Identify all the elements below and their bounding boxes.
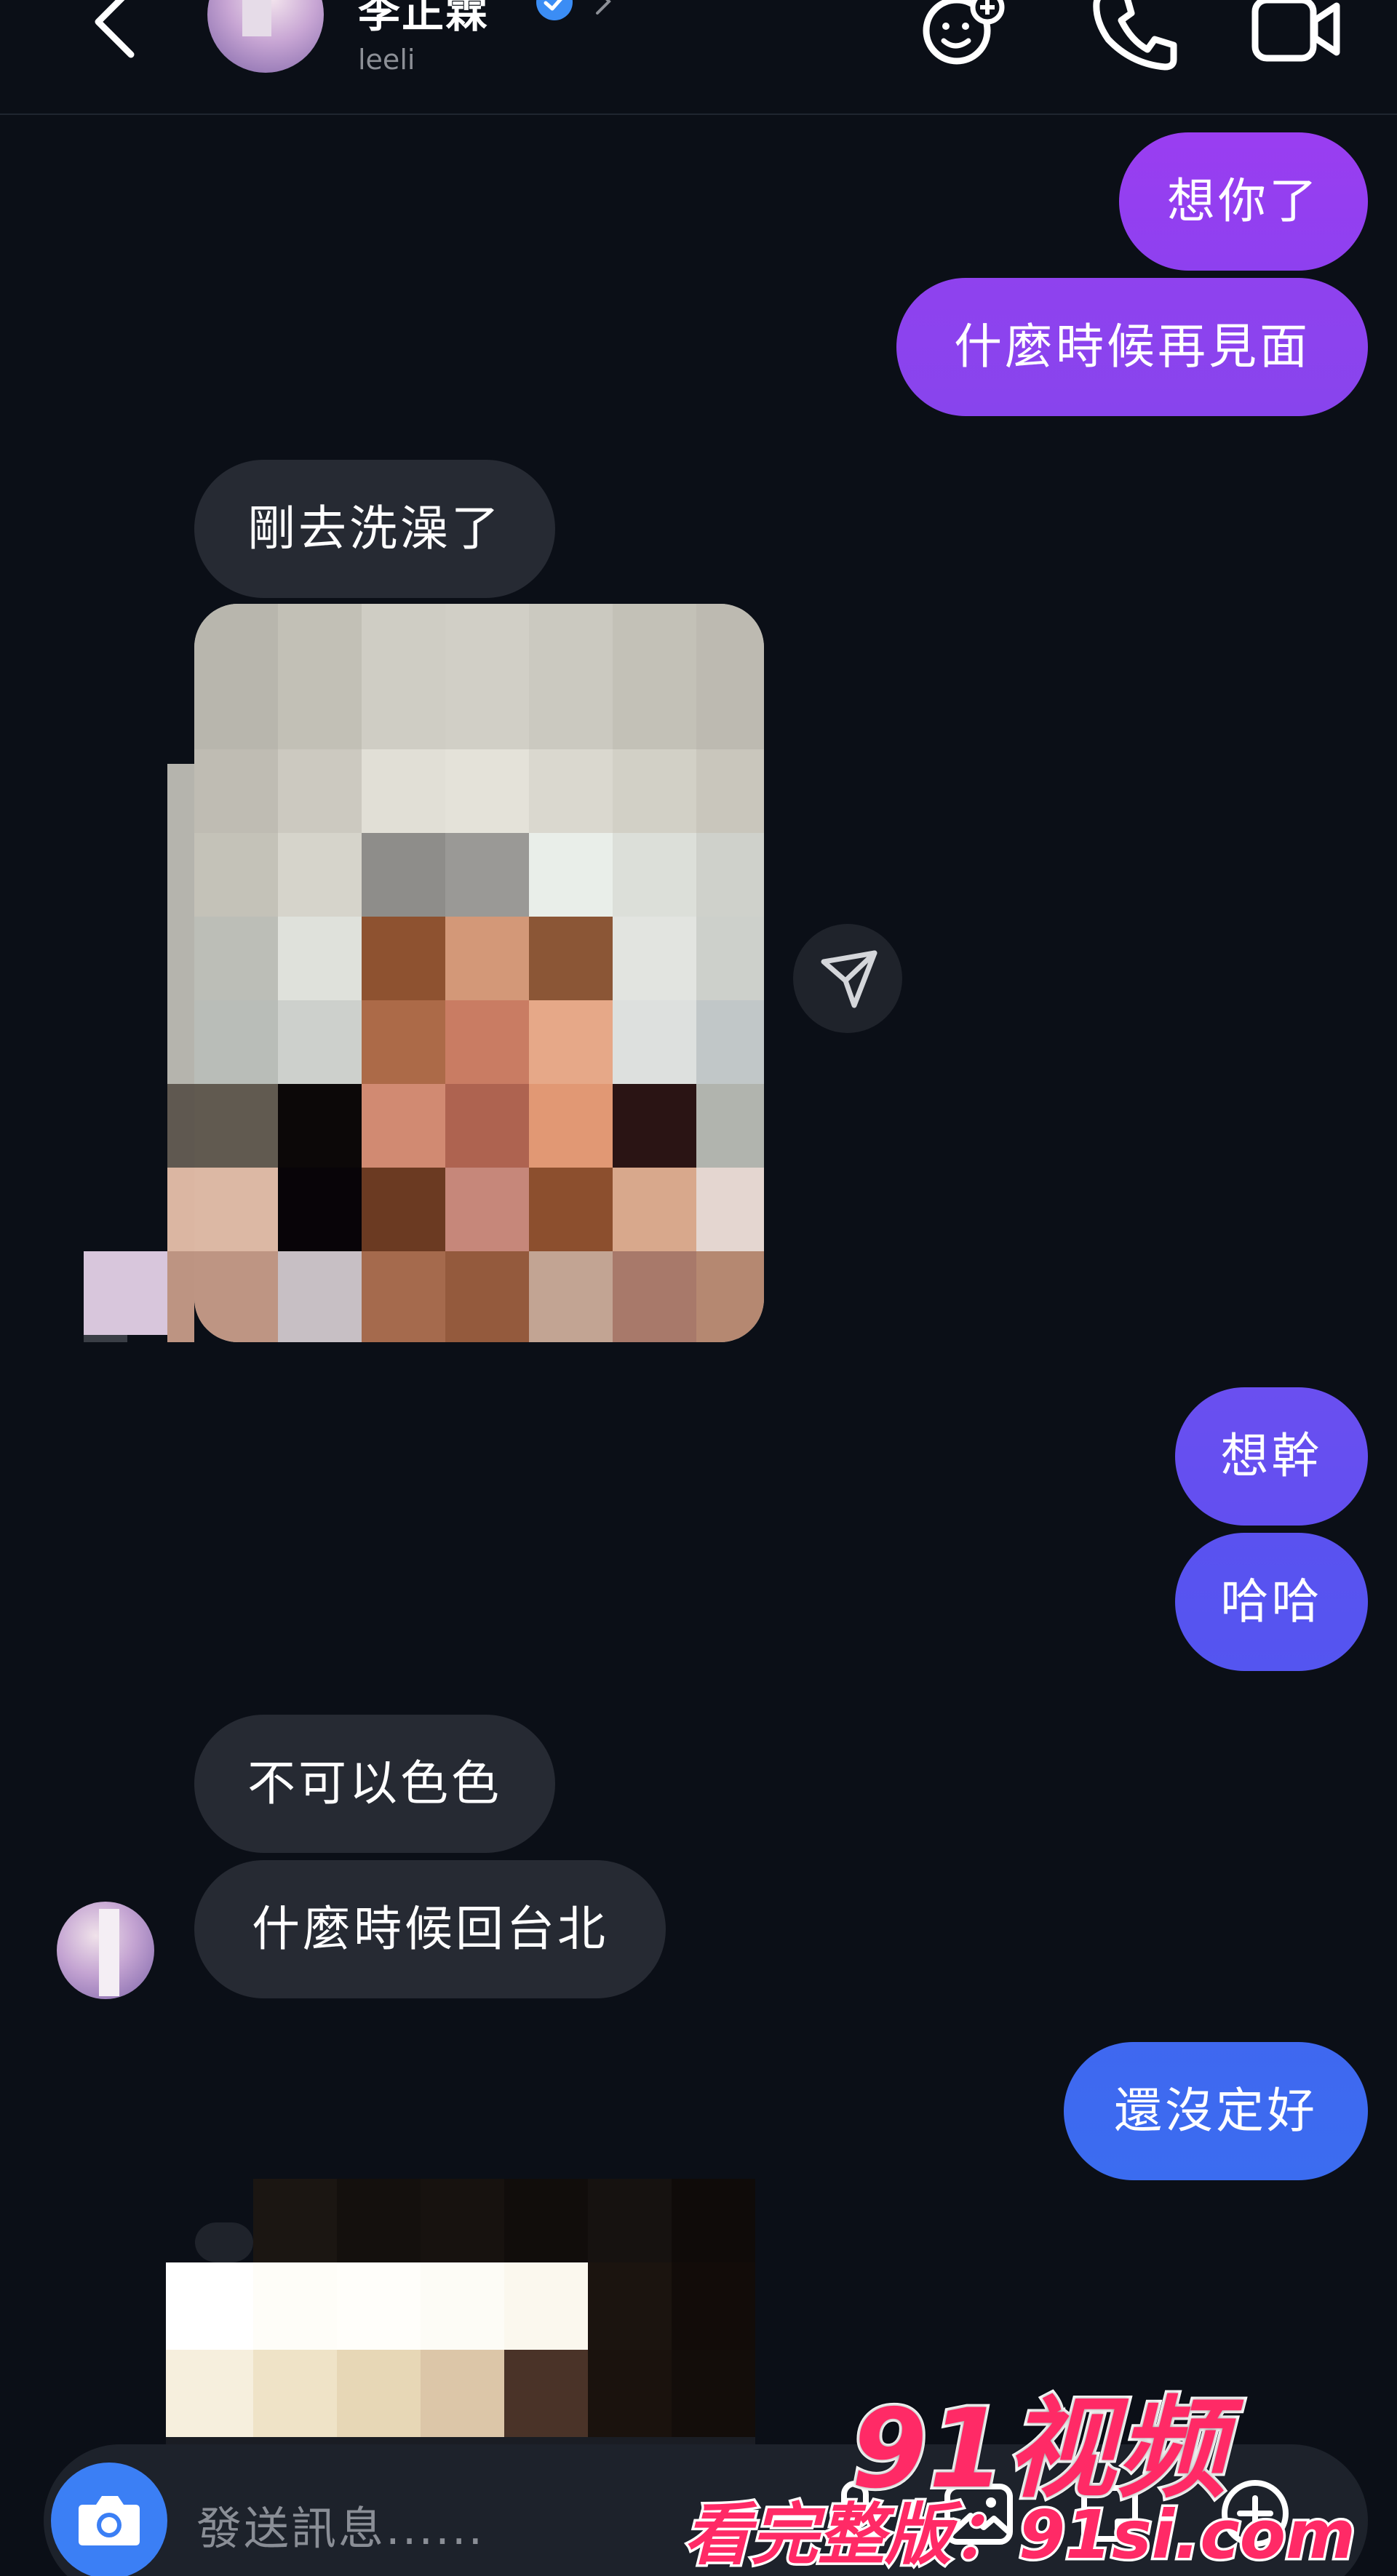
contact-username: leeli: [358, 44, 415, 76]
camera-button[interactable]: [51, 2463, 167, 2576]
image-message[interactable]: [166, 2179, 755, 2484]
chat-header: 李正霖 leeli: [0, 0, 1397, 115]
avatar-effects-icon[interactable]: [913, 0, 1008, 73]
video-call-icon[interactable]: [1248, 0, 1342, 73]
message-bubble-outgoing[interactable]: 哈哈: [1175, 1533, 1368, 1671]
watermark-subtitle: 看完整版：91si.com: [682, 2494, 1358, 2576]
message-bubble-outgoing[interactable]: 想你了: [1119, 132, 1368, 271]
back-arrow-icon[interactable]: [80, 0, 146, 65]
pixelated-photo: [166, 2179, 755, 2484]
camera-icon: [79, 2496, 140, 2545]
share-button[interactable]: [793, 924, 902, 1033]
send-icon: [821, 950, 877, 1008]
chevron-right-icon[interactable]: [593, 0, 615, 16]
image-message[interactable]: [84, 604, 764, 1342]
verified-badge-icon: [536, 0, 573, 20]
message-bubble-outgoing[interactable]: 還沒定好: [1064, 2042, 1368, 2180]
message-bubble-incoming[interactable]: 什麼時候回台北: [194, 1860, 666, 1998]
sender-avatar[interactable]: [57, 1902, 154, 1999]
message-input[interactable]: 發送訊息......: [196, 2492, 485, 2557]
message-bubble-incoming[interactable]: 不可以色色: [194, 1715, 555, 1853]
contact-avatar[interactable]: [207, 0, 324, 73]
chat-screen: 李正霖 leeli 想你了 什麼時候再見面 剛去洗澡了 想幹 哈哈 不可以色色 …: [0, 0, 1397, 2576]
pixelated-photo: [84, 604, 764, 1342]
contact-name[interactable]: 李正霖: [358, 0, 489, 39]
message-bubble-outgoing[interactable]: 想幹: [1175, 1387, 1368, 1526]
phone-call-icon[interactable]: [1088, 0, 1182, 73]
message-bubble-outgoing[interactable]: 什麼時候再見面: [896, 278, 1368, 416]
message-bubble-incoming[interactable]: 剛去洗澡了: [194, 460, 555, 598]
